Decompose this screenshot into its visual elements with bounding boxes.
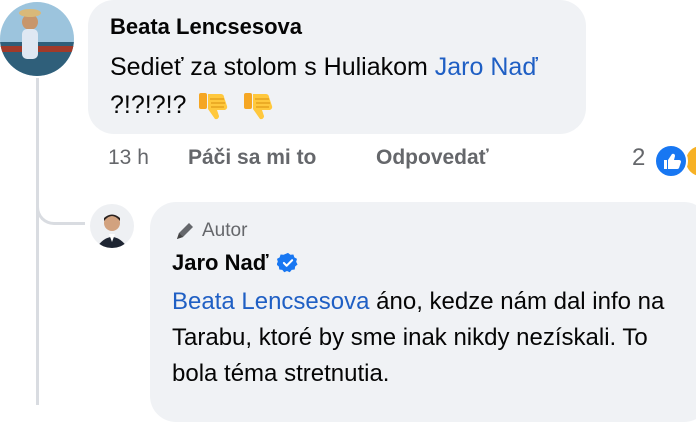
timestamp[interactable]: 13 h	[108, 146, 149, 170]
comment-text-after: ?!?!?!?	[110, 91, 187, 119]
comment-text-before: Sedieť za stolom s Huliakom	[110, 53, 435, 81]
mention-link[interactable]: Jaro Nаď	[435, 53, 538, 81]
reply-author: Jaro Naď	[172, 250, 299, 276]
like-reaction-icon[interactable]	[654, 144, 688, 178]
thread-branch	[36, 186, 85, 225]
thumbs-down-emoji-icon	[244, 93, 273, 120]
author-badge-label: Autor	[202, 220, 248, 241]
comment-bubble: Beata Lencsesova Sedieť za stolom s Huli…	[88, 0, 586, 134]
reaction-count[interactable]: 2	[632, 144, 645, 172]
reply-avatar[interactable]	[90, 204, 134, 248]
thread-line	[36, 78, 39, 405]
verified-badge-icon	[276, 252, 298, 273]
reply-author-name[interactable]: Jaro Naď	[172, 250, 269, 276]
comment-author[interactable]: Beata Lencsesova	[110, 14, 302, 40]
thumbs-down-emoji-icon	[199, 93, 228, 120]
mention-link[interactable]: Beata Lencsesova	[172, 288, 369, 315]
reply-bubble: Autor Jaro Naď Beata Lencsesova áno, ked…	[150, 202, 696, 422]
comment-text: Sedieť za stolom s Huliakom Jaro Nаď ?!?…	[110, 48, 580, 124]
reply-text: Beata Lencsesova áno, kedze nám dal info…	[172, 284, 692, 392]
author-badge: Autor	[174, 220, 247, 242]
avatar-photo	[90, 204, 134, 248]
pen-icon	[177, 223, 193, 239]
like-button[interactable]: Páči sa mi to	[188, 146, 316, 170]
avatar-photo	[0, 2, 74, 76]
avatar[interactable]	[0, 2, 74, 76]
reply-button[interactable]: Odpovedať	[376, 146, 489, 170]
